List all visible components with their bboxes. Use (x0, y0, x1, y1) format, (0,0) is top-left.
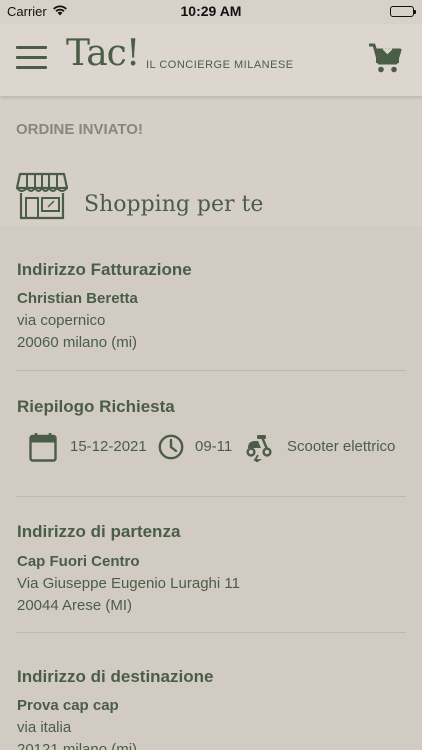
hamburger-menu-icon[interactable] (16, 46, 47, 70)
divider (16, 632, 406, 633)
destination-title: Indirizzo di destinazione (17, 667, 214, 686)
divider (16, 496, 406, 497)
billing-street: via copernico (17, 312, 106, 329)
summary-time-slot: 09-11 (195, 438, 233, 455)
summary-row: 15-12-2021 09-11 Scooter elettrico (0, 432, 422, 464)
departure-name: Cap Fuori Centro (17, 553, 140, 570)
destination-city: 20121 milano (mi) (17, 741, 138, 750)
billing-title: Indirizzo Fatturazione (17, 260, 192, 279)
clock-icon (158, 434, 184, 464)
app-header: Tac! IL CONCIERGE MILANESE (0, 24, 422, 96)
service-title: Shopping per te (84, 192, 264, 217)
shop-storefront-icon (15, 172, 69, 220)
destination-name: Prova cap cap (17, 697, 119, 714)
departure-city: 20044 Arese (MI) (17, 597, 133, 614)
service-header: Shopping per te (15, 170, 406, 222)
billing-city: 20060 milano (mi) (17, 334, 138, 351)
electric-scooter-icon (245, 432, 273, 466)
billing-name: Christian Beretta (17, 290, 138, 307)
shopping-cart-icon[interactable] (368, 42, 402, 74)
order-details-card: Indirizzo Fatturazione Christian Beretta… (0, 226, 422, 750)
app-tagline: IL CONCIERGE MILANESE (146, 59, 294, 71)
destination-street: via italia (17, 719, 72, 736)
divider (16, 370, 406, 371)
order-sent-label: ORDINE INVIATO! (16, 121, 143, 138)
summary-date: 15-12-2021 (70, 438, 147, 455)
clock-time: 10:29 AM (180, 3, 242, 19)
departure-title: Indirizzo di partenza (17, 522, 181, 541)
status-bar: Carrier 10:29 AM (0, 0, 422, 24)
app-logo[interactable]: Tac! (66, 33, 140, 74)
battery-icon (390, 6, 416, 17)
summary-title: Riepilogo Richiesta (17, 397, 175, 416)
departure-street: Via Giuseppe Eugenio Luraghi 11 (17, 575, 240, 592)
calendar-icon (29, 432, 57, 466)
summary-vehicle: Scooter elettrico (287, 438, 396, 455)
